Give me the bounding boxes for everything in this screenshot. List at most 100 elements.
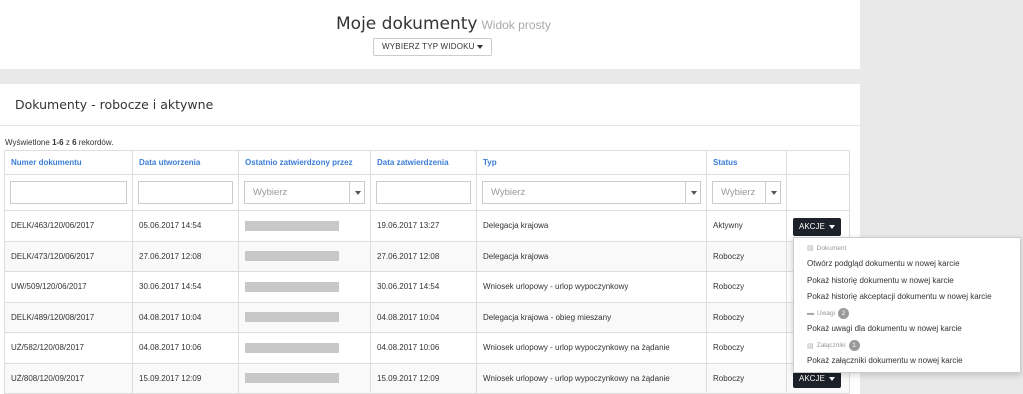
comment-icon: ▬: [807, 310, 814, 317]
filter-cell-status: Wybierz: [706, 174, 787, 211]
cell-created: 30.06.2017 14:54: [132, 271, 239, 303]
column-header-approved-date[interactable]: Data zatwierdzenia: [370, 150, 477, 175]
cell-approved-by: [238, 362, 371, 394]
cell-approved-by: [238, 240, 371, 272]
caret-down-icon: [829, 376, 836, 381]
table-row[interactable]: DELK/463/120/06/2017 05.06.2017 14:54 19…: [4, 210, 850, 242]
dropdown-section-notes: ▬ Uwagi 2: [807, 308, 850, 319]
documents-table: Numer dokumentu Data utworzenia Ostatnio…: [4, 150, 850, 394]
filter-row: Wybierz Wybierz Wybierz: [4, 174, 850, 211]
table-row[interactable]: UW/509/120/06/2017 30.06.2017 14:54 30.0…: [4, 271, 850, 303]
documents-panel: Dokumenty - robocze i aktywne Wyświetlon…: [0, 84, 860, 394]
filter-number-input[interactable]: [10, 181, 127, 204]
header-panel: Moje dokumenty Widok prosty WYBIERZ TYP W…: [0, 0, 860, 69]
table-row[interactable]: UŻ/808/120/09/2017 15.09.2017 12:09 15.0…: [4, 362, 850, 394]
document-icon: ▤: [807, 245, 814, 252]
view-type-button[interactable]: WYBIERZ TYP WIDOKU: [373, 38, 492, 56]
cell-type: Delegacja krajowa: [476, 210, 707, 242]
cell-type: Delegacja krajowa: [476, 240, 707, 272]
cell-number: UŻ/582/120/08/2017: [4, 332, 133, 364]
cell-approved: 04.08.2017 10:04: [370, 301, 477, 333]
menu-item-show-notes[interactable]: Pokaż uwagi dla dokumentu w nowej karcie: [807, 324, 962, 333]
filter-cell-type: Wybierz: [476, 174, 707, 211]
filter-created-input[interactable]: [138, 181, 233, 204]
cell-approved-by: [238, 332, 371, 364]
filter-type-select[interactable]: Wybierz: [482, 181, 701, 204]
table-header-row: Numer dokumentu Data utworzenia Ostatnio…: [4, 150, 850, 175]
paperclip-icon: ▤: [807, 342, 814, 350]
cell-approved: 27.06.2017 12:08: [370, 240, 477, 272]
menu-item-open-preview[interactable]: Otwórz podgląd dokumentu w nowej karcie: [807, 259, 960, 268]
cell-number: DELK/463/120/06/2017: [4, 210, 133, 242]
table-row[interactable]: DELK/473/120/06/2017 27.06.2017 12:08 27…: [4, 240, 850, 272]
caret-down-icon: [829, 224, 836, 229]
dropdown-section-attachments-label: Załączniki: [816, 342, 846, 349]
filter-cell-number: [4, 174, 133, 211]
summary-middle: z: [63, 138, 73, 147]
cell-status: Aktywny: [706, 210, 787, 242]
table-row[interactable]: DELK/489/120/08/2017 04.08.2017 10:04 04…: [4, 301, 850, 333]
filter-cell-approved-by: Wybierz: [238, 174, 371, 211]
table-row[interactable]: UŻ/582/120/08/2017 04.08.2017 10:06 04.0…: [4, 332, 850, 364]
actions-button-label: AKCJE: [799, 374, 825, 383]
menu-item-show-history[interactable]: Pokaż historię dokumentu w nowej karcie: [807, 276, 954, 285]
cell-approved-by: [238, 271, 371, 303]
select-arrow: [765, 182, 780, 203]
column-header-approved-by[interactable]: Ostatnio zatwierdzony przez: [238, 150, 371, 175]
dropdown-section-document-label: Dokument: [816, 244, 847, 252]
cell-approved-by: [238, 301, 371, 333]
attachments-count-badge: 1: [848, 340, 860, 351]
redacted-name: [245, 342, 339, 353]
notes-count-badge: 2: [838, 308, 850, 319]
select-arrow: [349, 182, 364, 203]
cell-status: Roboczy: [706, 332, 787, 364]
column-header-type[interactable]: Typ: [476, 150, 707, 175]
actions-dropdown-menu: ▤ Dokument Otwórz podgląd dokumentu w now…: [793, 237, 1021, 373]
actions-button-label: AKCJE: [799, 222, 825, 231]
caret-down-icon: [355, 190, 361, 195]
page-title: Moje dokumenty Widok prosty: [336, 14, 551, 34]
filter-cell-approved-date: [370, 174, 477, 211]
section-title: Dokumenty - robocze i aktywne: [15, 97, 214, 112]
cell-number: DELK/473/120/06/2017: [4, 240, 133, 272]
dropdown-section-document: ▤ Dokument: [807, 244, 847, 253]
filter-cell-actions: [786, 174, 850, 211]
cell-created: 15.09.2017 12:09: [132, 362, 239, 394]
menu-item-show-approval-history[interactable]: Pokaż historię akceptacji dokumentu w no…: [807, 292, 992, 301]
actions-button[interactable]: AKCJE: [793, 218, 842, 236]
cell-type: Wniosek urlopowy - urlop wypoczynkowy na…: [476, 332, 707, 364]
summary-suffix: rekordów.: [76, 138, 114, 147]
caret-down-icon: [476, 44, 483, 49]
cell-approved: 30.06.2017 14:54: [370, 271, 477, 303]
page-subtitle: Widok prosty: [481, 18, 551, 32]
column-header-actions: [786, 150, 850, 175]
cell-type: Wniosek urlopowy - urlop wypoczynkowy na…: [476, 362, 707, 394]
dropdown-section-attachments: ▤ Załączniki 1: [807, 340, 860, 351]
filter-type-value: Wybierz: [491, 187, 526, 198]
cell-status: Roboczy: [706, 301, 787, 333]
summary-range: 1-6: [52, 138, 64, 147]
filter-cell-created: [132, 174, 239, 211]
column-header-number[interactable]: Numer dokumentu: [4, 150, 133, 175]
page-title-text: Moje dokumenty: [336, 14, 478, 34]
column-header-created[interactable]: Data utworzenia: [132, 150, 239, 175]
cell-created: 04.08.2017 10:04: [132, 301, 239, 333]
redacted-name: [245, 373, 339, 384]
filter-approved-by-select[interactable]: Wybierz: [244, 181, 365, 204]
column-header-status[interactable]: Status: [706, 150, 787, 175]
records-summary: Wyświetlone 1-6 z 6 rekordów.: [5, 138, 113, 147]
view-type-button-label: WYBIERZ TYP WIDOKU: [382, 42, 475, 51]
cell-type: Wniosek urlopowy - urlop wypoczynkowy: [476, 271, 707, 303]
select-arrow: [685, 182, 700, 203]
menu-item-show-attachments[interactable]: Pokaż załączniki dokumentu w nowej karci…: [807, 356, 963, 365]
caret-down-icon: [771, 190, 777, 195]
dropdown-section-notes-label: Uwagi: [817, 310, 836, 317]
filter-approved-date-input[interactable]: [376, 181, 471, 204]
cell-number: DELK/489/120/08/2017: [4, 301, 133, 333]
redacted-name: [245, 251, 339, 262]
redacted-name: [245, 312, 339, 323]
filter-status-select[interactable]: Wybierz: [712, 181, 781, 204]
cell-approved-by: [238, 210, 371, 242]
cell-status: Roboczy: [706, 362, 787, 394]
cell-status: Roboczy: [706, 240, 787, 272]
